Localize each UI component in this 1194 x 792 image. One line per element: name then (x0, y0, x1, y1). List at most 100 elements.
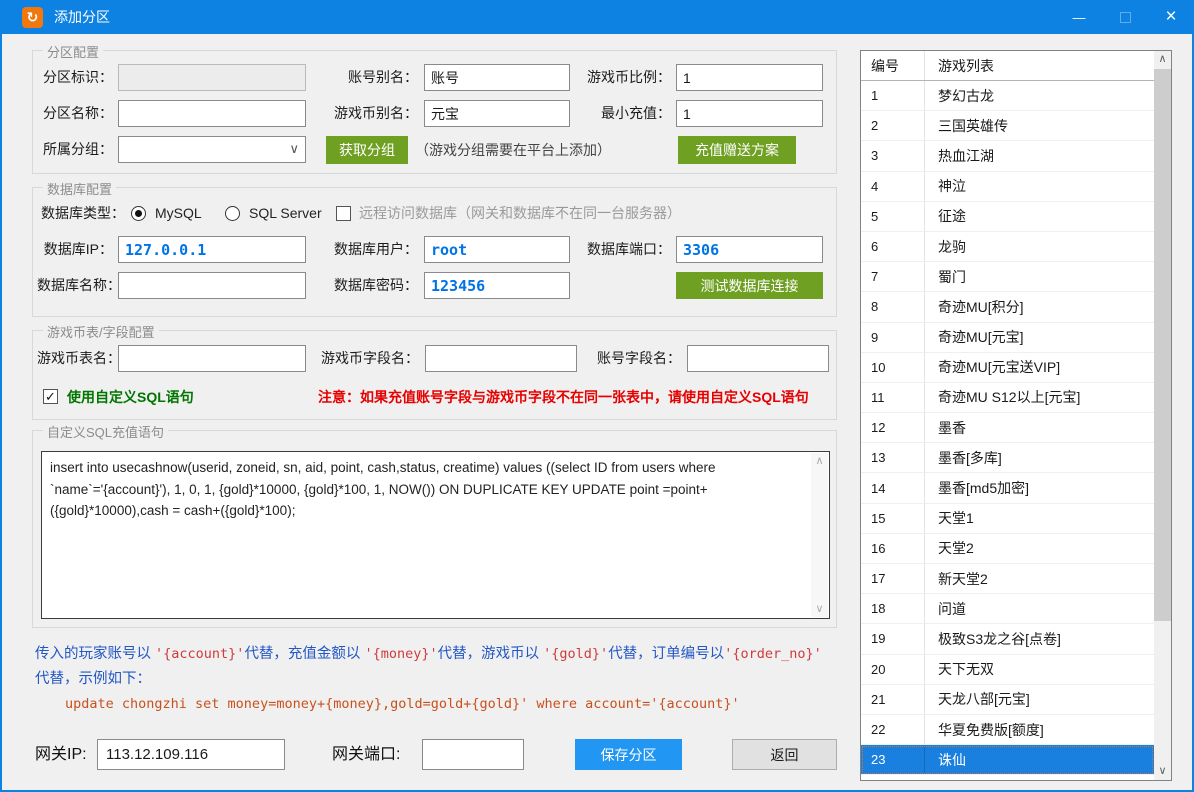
db-name-input[interactable] (118, 272, 306, 299)
list-item[interactable]: 13墨香[多库] (861, 443, 1154, 473)
hint-token-money: '{money}' (364, 646, 437, 662)
db-password-input[interactable] (424, 272, 570, 299)
title-bar[interactable]: ↻ 添加分区 — × (0, 0, 1194, 34)
scrollbar-thumb[interactable] (1154, 69, 1171, 621)
mysql-radio[interactable] (131, 206, 146, 221)
sql-example: update chongzhi set money=money+{money},… (65, 692, 837, 717)
coin-field-config-group: 游戏币表/字段配置 游戏币表名： 游戏币字段名： 账号字段名： ✓ 使用自定义S… (32, 330, 837, 420)
coin-ratio-label: 游戏币比例： (573, 64, 671, 91)
list-item[interactable]: 18问道 (861, 594, 1154, 624)
header-number: 编号 (861, 51, 925, 80)
maximize-icon (1120, 12, 1131, 23)
list-item[interactable]: 5征途 (861, 202, 1154, 232)
maximize-button (1102, 0, 1148, 34)
group-select[interactable]: ∨ (118, 136, 306, 163)
list-item[interactable]: 2三国英雄传 (861, 111, 1154, 141)
custom-sql-checkbox[interactable]: ✓ (43, 389, 58, 404)
gateway-ip-input[interactable] (97, 739, 285, 770)
list-item[interactable]: 16天堂2 (861, 534, 1154, 564)
db-type-label: 数据库类型： (37, 200, 125, 227)
list-item[interactable]: 21天龙八部[元宝] (861, 685, 1154, 715)
account-field-input[interactable] (687, 345, 829, 372)
coin-alias-input[interactable] (424, 100, 570, 127)
sqlserver-radio-label[interactable]: SQL Server (249, 200, 322, 227)
custom-sql-checkbox-label[interactable]: 使用自定义SQL语句 (67, 383, 194, 411)
sql-text[interactable]: insert into usecashnow(userid, zoneid, s… (42, 452, 810, 618)
sqlserver-radio[interactable] (225, 206, 240, 221)
list-item[interactable]: 22华夏免费版[额度] (861, 715, 1154, 745)
add-partition-dialog: ↻ 添加分区 — × 分区配置 分区标识： 账号别名： 游戏币比例： 分区名称：… (0, 0, 1194, 792)
scroll-up-icon[interactable]: ∧ (811, 453, 828, 469)
partition-config-group: 分区配置 分区标识： 账号别名： 游戏币比例： 分区名称： 游戏币别名： 最小充… (32, 50, 837, 174)
db-ip-label: 数据库IP： (37, 236, 113, 263)
list-item[interactable]: 20天下无双 (861, 655, 1154, 685)
db-password-label: 数据库密码： (328, 272, 418, 299)
save-partition-button[interactable]: 保存分区 (575, 739, 682, 770)
coin-ratio-input[interactable] (676, 64, 823, 91)
coin-table-input[interactable] (118, 345, 306, 372)
min-recharge-input[interactable] (676, 100, 823, 127)
db-ip-input[interactable] (118, 236, 306, 263)
list-item[interactable]: 6龙驹 (861, 232, 1154, 262)
get-group-button[interactable]: 获取分组 (326, 136, 408, 164)
gateway-port-input[interactable] (422, 739, 524, 770)
minimize-button[interactable]: — (1056, 0, 1102, 34)
account-alias-input[interactable] (424, 64, 570, 91)
scroll-down-icon[interactable]: ∨ (1154, 763, 1171, 780)
placeholder-hint: 传入的玩家账号以 '{account}'代替，充值金额以 '{money}'代替… (35, 642, 837, 717)
coin-field-config-title: 游戏币表/字段配置 (43, 322, 159, 341)
group-note: （游戏分组需要在平台上添加） (415, 136, 611, 164)
remote-db-checkbox[interactable] (336, 206, 351, 221)
partition-id-label: 分区标识： (37, 64, 113, 91)
list-item[interactable]: 8奇迹MU[积分] (861, 292, 1154, 322)
list-item[interactable]: 11奇迹MU S12以上[元宝] (861, 383, 1154, 413)
test-db-connection-button[interactable]: 测试数据库连接 (676, 272, 823, 299)
remote-db-checkbox-label[interactable]: 远程访问数据库（网关和数据库不在同一台服务器） (359, 200, 681, 227)
hint-token-orderno: '{order_no}' (724, 646, 822, 662)
list-item[interactable]: 19极致S3龙之谷[点卷] (861, 624, 1154, 654)
mysql-radio-label[interactable]: MySQL (155, 200, 202, 227)
list-item[interactable]: 14墨香[md5加密] (861, 473, 1154, 503)
group-label: 所属分组： (37, 136, 113, 163)
back-button[interactable]: 返回 (732, 739, 837, 770)
list-item[interactable]: 23诛仙 (861, 745, 1154, 775)
list-item[interactable]: 7蜀门 (861, 262, 1154, 292)
list-item[interactable]: 9奇迹MU[元宝] (861, 323, 1154, 353)
db-name-label: 数据库名称： (37, 272, 113, 299)
scroll-up-icon[interactable]: ∧ (1154, 51, 1171, 68)
window-title: 添加分区 (54, 0, 110, 34)
db-user-input[interactable] (424, 236, 570, 263)
list-item[interactable]: 1梦幻古龙 (861, 81, 1154, 111)
account-alias-label: 账号别名： (328, 64, 418, 91)
db-port-input[interactable] (676, 236, 823, 263)
coin-field-input[interactable] (425, 345, 577, 372)
partition-config-title: 分区配置 (43, 42, 103, 61)
close-button[interactable]: × (1148, 0, 1194, 34)
partition-id-input (118, 64, 306, 91)
db-port-label: 数据库端口： (573, 236, 671, 263)
app-icon: ↻ (22, 7, 43, 28)
database-config-title: 数据库配置 (43, 179, 116, 198)
list-item[interactable]: 3热血江湖 (861, 141, 1154, 171)
gift-plan-button[interactable]: 充值赠送方案 (678, 136, 796, 164)
scroll-down-icon[interactable]: ∨ (811, 601, 828, 617)
list-item[interactable]: 15天堂1 (861, 504, 1154, 534)
gateway-port-label: 网关端口: (332, 739, 400, 770)
custom-sql-group: 自定义SQL充值语句 insert into usecashnow(userid… (32, 430, 837, 628)
database-config-group: 数据库配置 数据库类型： MySQL SQL Server 远程访问数据库（网关… (32, 187, 837, 317)
game-list-scrollbar[interactable]: ∧ ∨ (1154, 51, 1171, 780)
custom-sql-warning: 注意：如果充值账号字段与游戏币字段不在同一张表中，请使用自定义SQL语句 (318, 383, 809, 411)
game-list-header: 编号 游戏列表 (861, 51, 1154, 81)
min-recharge-label: 最小充值： (573, 100, 671, 127)
sql-scrollbar[interactable]: ∧ ∨ (811, 453, 828, 617)
list-item[interactable]: 12墨香 (861, 413, 1154, 443)
custom-sql-title: 自定义SQL充值语句 (43, 422, 168, 441)
header-game-name: 游戏列表 (925, 51, 1154, 80)
coin-alias-label: 游戏币别名： (328, 100, 418, 127)
list-item[interactable]: 10奇迹MU[元宝送VIP] (861, 353, 1154, 383)
partition-name-input[interactable] (118, 100, 306, 127)
sql-editor[interactable]: insert into usecashnow(userid, zoneid, s… (41, 451, 830, 619)
list-item[interactable]: 17新天堂2 (861, 564, 1154, 594)
list-item[interactable]: 4神泣 (861, 172, 1154, 202)
chevron-down-icon: ∨ (289, 141, 299, 157)
